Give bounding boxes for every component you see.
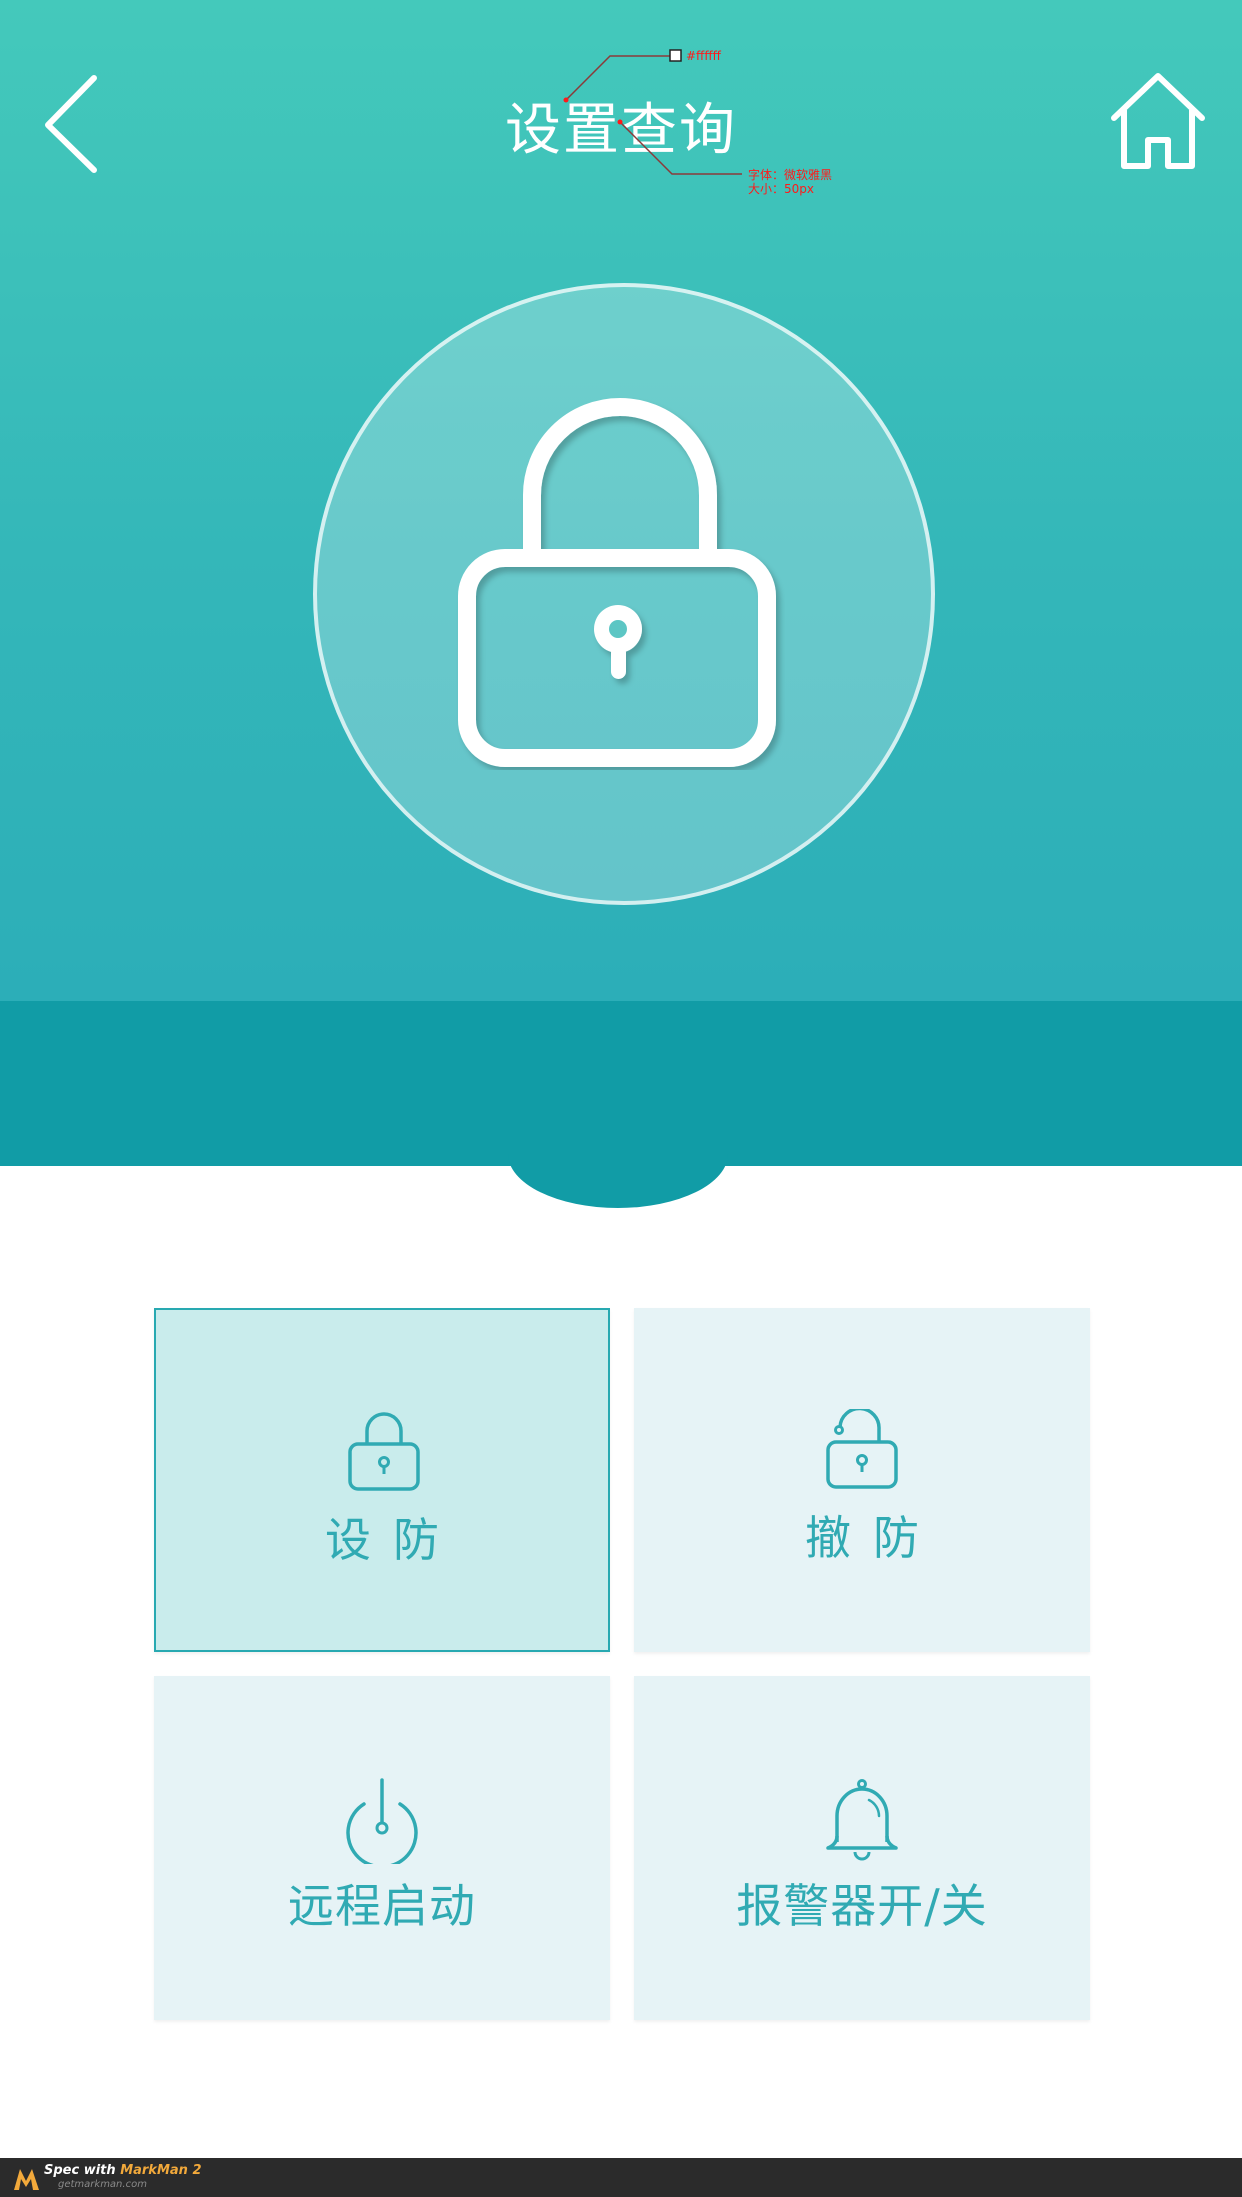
power-icon xyxy=(346,1778,418,1864)
disarm-label: 撤防 xyxy=(805,1511,941,1565)
markman-site: getmarkman.com xyxy=(58,2179,147,2190)
arm-tile[interactable]: 设防 xyxy=(154,1308,610,1652)
markman-brand: Spec with MarkMan 2 xyxy=(44,2163,202,2178)
alarm-toggle-label: 报警器开/关 xyxy=(736,1879,988,1933)
home-icon xyxy=(1111,73,1205,169)
remote-start-tile[interactable]: 远程启动 xyxy=(154,1676,610,2020)
page-title: 设置查询 xyxy=(505,98,737,163)
bell-icon xyxy=(826,1779,898,1861)
hero-notch xyxy=(508,1100,728,1208)
arm-label: 设防 xyxy=(325,1513,461,1567)
annotation-font: 字体：微软雅黑 xyxy=(748,168,833,182)
markman-logo-icon xyxy=(14,2169,39,2190)
annotation-color: #ffffff xyxy=(686,49,721,63)
annotation-size: 大小：50px xyxy=(748,182,814,196)
lock-icon xyxy=(348,1412,420,1491)
markman-footer: Spec with MarkMan 2 getmarkman.com xyxy=(0,2158,1242,2197)
home-button[interactable] xyxy=(1108,70,1208,175)
padlock-icon xyxy=(458,398,776,767)
alarm-toggle-tile[interactable]: 报警器开/关 xyxy=(634,1676,1090,2020)
disarm-tile[interactable]: 撤防 xyxy=(634,1308,1090,1652)
remote-start-label: 远程启动 xyxy=(288,1879,476,1933)
unlock-icon xyxy=(826,1409,898,1489)
